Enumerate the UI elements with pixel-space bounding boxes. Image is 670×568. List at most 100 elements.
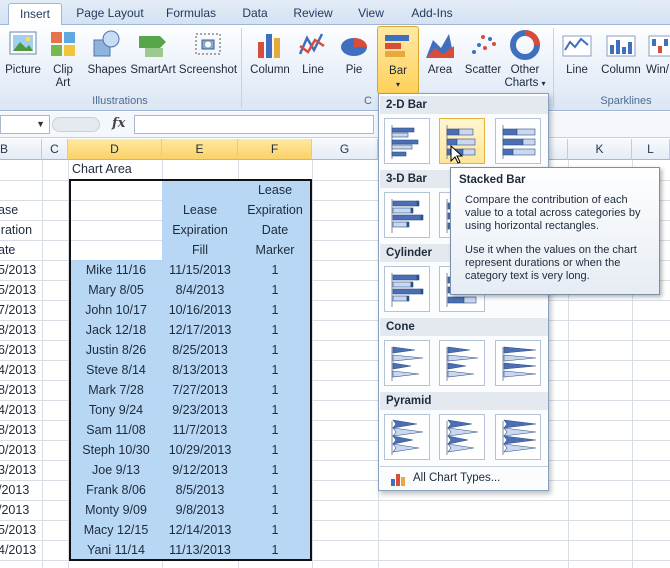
tab-data[interactable]: Data: [234, 3, 276, 25]
grid-column-line: [312, 160, 313, 568]
ribbon: Picture Clip Art Shapes SmartArt Screens…: [0, 25, 670, 111]
cell-b[interactable]: 8/2013: [0, 320, 42, 340]
cell-b[interactable]: 3/2013: [0, 460, 42, 480]
smartart-icon: [139, 36, 166, 57]
screenshot-button[interactable]: Screenshot: [178, 28, 238, 77]
formula-bar-splitter[interactable]: [52, 117, 100, 132]
clustered-bar-icon: [391, 125, 419, 159]
column-header-l[interactable]: L: [632, 139, 670, 160]
pyramid-100-stacked-icon: [502, 419, 537, 455]
cell-b[interactable]: /2013: [0, 480, 42, 500]
tab-insert[interactable]: Insert: [8, 3, 62, 26]
cell-b[interactable]: /2013: [0, 500, 42, 520]
cell-b[interactable]: iration: [0, 220, 42, 240]
column-header-e[interactable]: E: [162, 139, 238, 160]
cell-b[interactable]: 5/2013: [0, 260, 42, 280]
formula-input[interactable]: [134, 115, 374, 134]
tooltip-body-1: Compare the contribution of each value t…: [465, 194, 641, 232]
sparkline-line-label: Line: [566, 64, 588, 76]
tab-review[interactable]: Review: [286, 3, 340, 25]
stacked-bar-tooltip: Stacked Bar Compare the contribution of …: [450, 167, 660, 295]
cell-b[interactable]: 4/2013: [0, 540, 42, 560]
cone-clustered-option[interactable]: [384, 340, 430, 386]
column-header-c[interactable]: C: [42, 139, 68, 160]
clip-art-button[interactable]: Clip Art: [46, 28, 80, 90]
formula-bar: ▼ fx: [0, 112, 670, 138]
name-box[interactable]: ▼: [0, 115, 50, 134]
all-chart-types-link[interactable]: All Chart Types...: [380, 466, 548, 490]
tab-formulas[interactable]: Formulas: [160, 3, 222, 25]
sparkline-winloss-icon: [648, 35, 670, 57]
cell-b[interactable]: ate: [0, 240, 42, 260]
cell-b[interactable]: 5/2013: [0, 280, 42, 300]
clip-art-label-2: Art: [55, 77, 71, 89]
3d-clustered-bar-option[interactable]: [384, 192, 430, 238]
column-header-g[interactable]: G: [312, 139, 378, 160]
ribbon-tab-bar: Insert Page Layout Formulas Data Review …: [0, 0, 670, 26]
other-charts-icon: [510, 30, 540, 60]
other-charts-label-2: Charts: [504, 77, 539, 89]
tooltip-body-2: Use it when the values on the chart repr…: [465, 244, 637, 282]
pyramid-stacked-option[interactable]: [439, 414, 485, 460]
cell-b[interactable]: 4/2013: [0, 400, 42, 420]
all-chart-types-icon: [391, 474, 405, 486]
cell-b[interactable]: 8/2013: [0, 420, 42, 440]
other-charts-label-1: Other: [510, 64, 540, 76]
cylinder-clustered-option[interactable]: [384, 266, 430, 312]
cell-b[interactable]: ase: [0, 200, 42, 220]
clip-art-label-1: Clip: [53, 64, 73, 76]
screenshot-label: Screenshot: [178, 64, 238, 76]
clustered-bar-option[interactable]: [384, 118, 430, 164]
line-chart-icon: [298, 33, 325, 55]
cone-100-stacked-option[interactable]: [495, 340, 541, 386]
column-header-f[interactable]: F: [238, 139, 312, 160]
tab-view[interactable]: View: [350, 3, 392, 25]
tab-page-layout[interactable]: Page Layout: [70, 3, 150, 25]
sparkline-line-icon: [562, 35, 592, 57]
other-charts-button[interactable]: Other Charts ▾: [504, 28, 546, 90]
cell-b[interactable]: 7/2013: [0, 300, 42, 320]
smartart-button[interactable]: SmartArt: [128, 28, 178, 77]
column-chart-button[interactable]: Column: [247, 28, 293, 77]
name-box-dropdown-icon[interactable]: ▼: [36, 119, 45, 129]
ribbon-separator: [553, 28, 554, 108]
chart-area-border[interactable]: [69, 179, 312, 561]
sparkline-column-button[interactable]: Column: [598, 28, 644, 77]
shapes-button[interactable]: Shapes: [86, 28, 128, 77]
cell-b[interactable]: 5/2013: [0, 520, 42, 540]
column-header-d[interactable]: D: [68, 139, 162, 160]
shapes-icon: [93, 30, 120, 57]
column-header-b[interactable]: B: [0, 139, 42, 160]
bar-chart-button[interactable]: Bar ▾: [377, 26, 419, 94]
cone-stacked-option[interactable]: [439, 340, 485, 386]
chart-area-label: Chart Area: [72, 162, 132, 176]
scatter-chart-label: Scatter: [464, 64, 502, 76]
sparkline-column-icon: [606, 35, 636, 57]
tab-add-ins[interactable]: Add-Ins: [402, 3, 462, 25]
pie-chart-button[interactable]: Pie: [336, 28, 372, 77]
illustrations-group-label: Illustrations: [92, 95, 148, 107]
cone-100-stacked-icon: [502, 346, 537, 381]
insert-function-icon[interactable]: fx: [112, 116, 125, 131]
scatter-chart-icon: [472, 35, 496, 54]
pyramid-100-stacked-option[interactable]: [495, 414, 541, 460]
cell-b[interactable]: 6/2013: [0, 340, 42, 360]
section-2d-bar: 2-D Bar: [380, 96, 548, 114]
sparkline-column-label: Column: [601, 64, 641, 76]
column-header-k[interactable]: K: [568, 139, 632, 160]
picture-button[interactable]: Picture: [2, 28, 44, 77]
pyramid-clustered-option[interactable]: [384, 414, 430, 460]
cell-b[interactable]: 8/2013: [0, 380, 42, 400]
sparkline-line-button[interactable]: Line: [558, 28, 596, 77]
scatter-chart-button[interactable]: Scatter: [460, 28, 506, 77]
pie-chart-icon: [341, 38, 367, 56]
cell-b[interactable]: 0/2013: [0, 440, 42, 460]
100-stacked-bar-option[interactable]: [495, 118, 541, 164]
cell-b[interactable]: 4/2013: [0, 360, 42, 380]
cone-stacked-icon: [446, 346, 479, 381]
line-chart-button[interactable]: Line: [295, 28, 331, 77]
area-chart-button[interactable]: Area: [422, 28, 458, 77]
sparkline-winloss-button[interactable]: Win/: [646, 28, 670, 77]
pyramid-clustered-icon: [391, 419, 424, 455]
section-cone: Cone: [380, 318, 548, 336]
